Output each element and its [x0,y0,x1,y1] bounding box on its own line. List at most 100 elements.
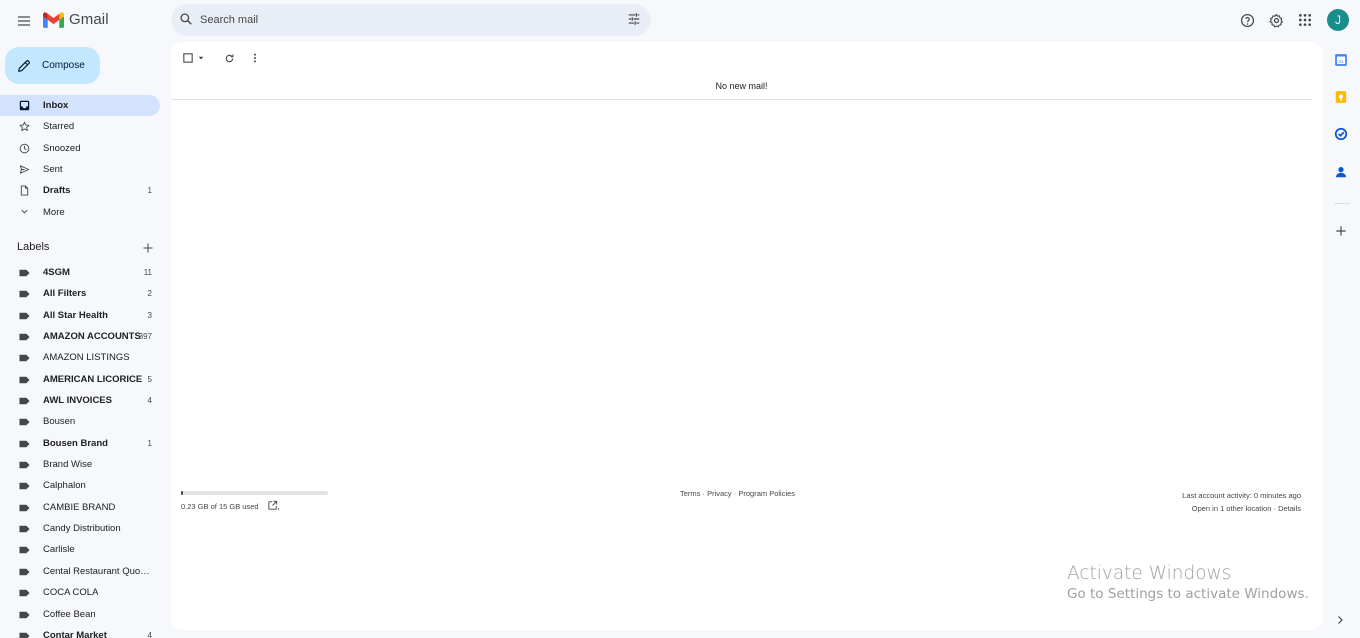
search-icon[interactable] [179,12,193,26]
keep-icon[interactable] [1334,90,1350,106]
label-name: COCA COLA [43,587,99,599]
last-activity-text: Last account activity: 0 minutes ago [1182,491,1301,500]
label-tag-icon [19,546,30,554]
label-name: All Filters [43,288,87,300]
label-tag-icon [19,269,30,277]
settings-gear-icon[interactable] [1265,9,1287,31]
label-item[interactable]: COCA COLA [0,582,160,603]
sidebar-item-count: 1 [147,186,152,196]
label-item[interactable]: 4SGM 11 [0,262,160,283]
label-item[interactable]: AWL INVOICES 4 [0,390,160,411]
label-item[interactable]: Candy Distribution [0,518,160,539]
label-tag-icon [19,376,30,384]
sidebar-item-sent[interactable]: Sent [0,159,160,180]
search-bar[interactable] [171,4,651,36]
label-tag-icon [19,568,30,576]
get-addons-plus-icon[interactable] [1334,224,1350,240]
label-item[interactable]: Brand Wise [0,454,160,475]
label-count: 11 [143,268,152,277]
label-name: Candy Distribution [43,523,121,535]
account-avatar[interactable]: J [1327,9,1349,31]
label-item[interactable]: Bousen Brand 1 [0,433,160,454]
inbox-icon [19,100,30,111]
label-tag-icon [19,525,30,533]
label-item[interactable]: AMERICAN LICORICE 5 [0,369,160,390]
label-count: 4 [147,630,152,638]
sidebar-item-label: Snoozed [43,142,81,154]
label-count: 1 [147,438,152,448]
select-dropdown-icon[interactable] [198,55,204,61]
label-tag-icon [19,589,30,597]
label-name: All Star Health [43,309,108,321]
calendar-icon[interactable]: 31 [1334,53,1350,69]
label-name: Bousen [43,416,76,428]
sidebar-item-snoozed[interactable]: Snoozed [0,138,160,159]
sidebar-item-label: Sent [43,164,63,176]
svg-text:31: 31 [1338,59,1344,64]
chevron-right-icon[interactable] [1334,614,1350,630]
label-tag-icon [19,312,30,320]
label-item[interactable]: All Filters 2 [0,283,160,304]
label-item[interactable]: AMAZON LISTINGS [0,347,160,368]
main-menu-icon[interactable] [12,9,36,33]
gmail-logo[interactable]: Gmail [43,11,109,28]
label-list: 4SGM 11 All Filters 2 All Star Health 3 AMAZON… [0,262,170,638]
sidebar-item-label: Drafts [43,185,71,197]
label-item[interactable]: Contar Market 4 [0,625,160,638]
label-item[interactable]: AMAZON ACCOUNTS 397 [0,326,160,347]
sidebar-item-drafts[interactable]: Drafts 1 [0,180,160,201]
label-item[interactable]: Bousen [0,411,160,432]
other-location-text: Open in 1 other location [1191,504,1272,513]
help-icon[interactable] [1236,9,1258,31]
search-options-icon[interactable] [627,12,641,26]
label-item[interactable]: All Star Health 3 [0,305,160,326]
sidebar-item-label: Starred [43,121,75,133]
label-name: CAMBIE BRAND [43,501,116,513]
mail-toolbar [181,50,260,66]
program-policies-link[interactable]: Program Policies [738,489,795,498]
label-name: Calphalon [43,480,86,492]
terms-link[interactable]: Terms [680,489,700,498]
label-name: AMERICAN LICORICE [43,373,143,385]
label-tag-icon [19,440,30,448]
add-label-icon[interactable] [142,242,154,254]
sidebar-item-more[interactable]: More [0,201,160,222]
privacy-link[interactable]: Privacy [707,489,732,498]
more-options-icon[interactable] [250,53,260,63]
open-in-new-icon[interactable] [267,500,279,511]
label-name: Carlisle [43,544,75,556]
label-count: 5 [147,374,152,384]
contacts-icon[interactable] [1334,165,1350,181]
storage-usage-text: 0.23 GB of 15 GB used [181,502,259,511]
label-name: Coffee Bean [43,608,96,620]
sidebar-item-label: More [43,206,65,218]
search-input[interactable] [200,10,600,30]
label-tag-icon [19,418,30,426]
label-tag-icon [19,397,30,405]
label-count: 4 [147,396,152,406]
sidebar-item-inbox[interactable]: Inbox [0,95,160,117]
label-item[interactable]: Cental Restaurant Quotes [0,561,160,582]
label-item[interactable]: Calphalon [0,475,160,496]
chevron-down-icon [19,206,30,217]
label-item[interactable]: Coffee Bean [0,604,160,625]
label-name: AMAZON LISTINGS [43,352,130,364]
account-activity: Last account activity: 0 minutes ago Ope… [1182,489,1301,515]
activity-details-link[interactable]: Details [1278,504,1301,513]
sidebar-item-label: Inbox [43,100,69,112]
apps-grid-icon[interactable] [1294,9,1316,31]
side-panel-divider [1334,203,1350,204]
gmail-m-icon [43,11,64,28]
label-item[interactable]: Carlisle [0,539,160,560]
label-item[interactable]: CAMBIE BRAND [0,497,160,518]
sidebar-item-starred[interactable]: Starred [0,116,160,137]
compose-button[interactable]: Compose [5,47,100,84]
label-count: 397 [138,332,152,342]
select-all-checkbox-icon[interactable] [183,53,193,63]
tasks-icon[interactable] [1334,127,1350,143]
refresh-icon[interactable] [224,53,235,64]
storage-progress-fill [181,491,184,495]
storage-progress-bar [181,491,328,495]
label-tag-icon [19,461,30,469]
send-icon [19,164,30,175]
